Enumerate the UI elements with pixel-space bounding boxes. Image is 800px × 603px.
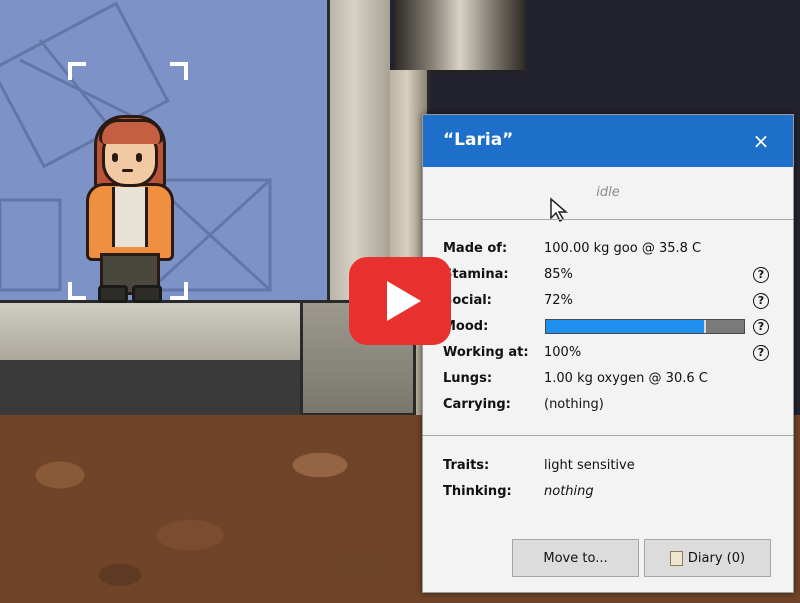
play-icon xyxy=(387,281,421,321)
stat-label: Carrying: xyxy=(443,397,511,412)
stat-value: 85% xyxy=(544,267,573,282)
stat-value: 100% xyxy=(544,345,582,360)
mood-bar-marker xyxy=(704,320,706,333)
selection-bracket-bottom-right xyxy=(170,282,188,300)
status-text: idle xyxy=(596,185,620,200)
thinking-value: nothing xyxy=(544,484,594,499)
panel-title: “Laria” xyxy=(443,130,514,150)
traits-label: Traits: xyxy=(443,458,490,473)
stat-value: (nothing) xyxy=(544,397,604,412)
selection-bracket-bottom-left xyxy=(68,282,86,300)
stat-label: Social: xyxy=(443,293,492,308)
divider-middle xyxy=(423,435,793,436)
selection-bracket-top-right xyxy=(170,62,188,80)
move-to-label: Move to... xyxy=(543,550,608,566)
stat-value: 72% xyxy=(544,293,573,308)
stat-label: Mood: xyxy=(443,319,489,334)
diary-button[interactable]: Diary (0) xyxy=(644,539,771,577)
rocket-hull xyxy=(395,0,525,73)
move-to-button[interactable]: Move to... xyxy=(512,539,639,577)
duplicant-mouth xyxy=(122,169,133,172)
duplicant-laria[interactable] xyxy=(82,115,174,303)
stat-label: Working at: xyxy=(443,345,529,360)
duplicant-info-panel: “Laria” × idle Made of: 100.00 kg goo @ … xyxy=(422,114,794,593)
mood-bar-fill xyxy=(546,320,706,333)
duplicant-boot-right xyxy=(132,285,162,303)
duplicant-eye-left xyxy=(112,153,118,162)
duplicant-eye-right xyxy=(136,153,142,162)
help-icon[interactable]: ? xyxy=(753,293,769,309)
mood-bar xyxy=(545,319,745,334)
traits-value: light sensitive xyxy=(544,458,635,473)
panel-header: “Laria” × xyxy=(423,115,793,167)
help-icon[interactable]: ? xyxy=(753,267,769,283)
stat-label: Made of: xyxy=(443,241,508,256)
thinking-label: Thinking: xyxy=(443,484,512,499)
help-icon[interactable]: ? xyxy=(753,345,769,361)
stat-label: Lungs: xyxy=(443,371,493,386)
stat-label: Stamina: xyxy=(443,267,509,282)
play-button[interactable] xyxy=(349,257,451,345)
stat-value: 100.00 kg goo @ 35.8 C xyxy=(544,241,702,256)
duplicant-boot-left xyxy=(98,285,128,303)
stat-value: 1.00 kg oxygen @ 30.6 C xyxy=(544,371,708,386)
diary-label: Diary (0) xyxy=(687,550,746,566)
diary-icon xyxy=(669,550,683,566)
help-icon[interactable]: ? xyxy=(753,319,769,335)
close-icon[interactable]: × xyxy=(749,129,773,153)
duplicant-shirt xyxy=(112,187,148,247)
duplicant-bangs xyxy=(99,119,163,144)
selection-bracket-top-left xyxy=(68,62,86,80)
divider-top xyxy=(423,219,793,220)
